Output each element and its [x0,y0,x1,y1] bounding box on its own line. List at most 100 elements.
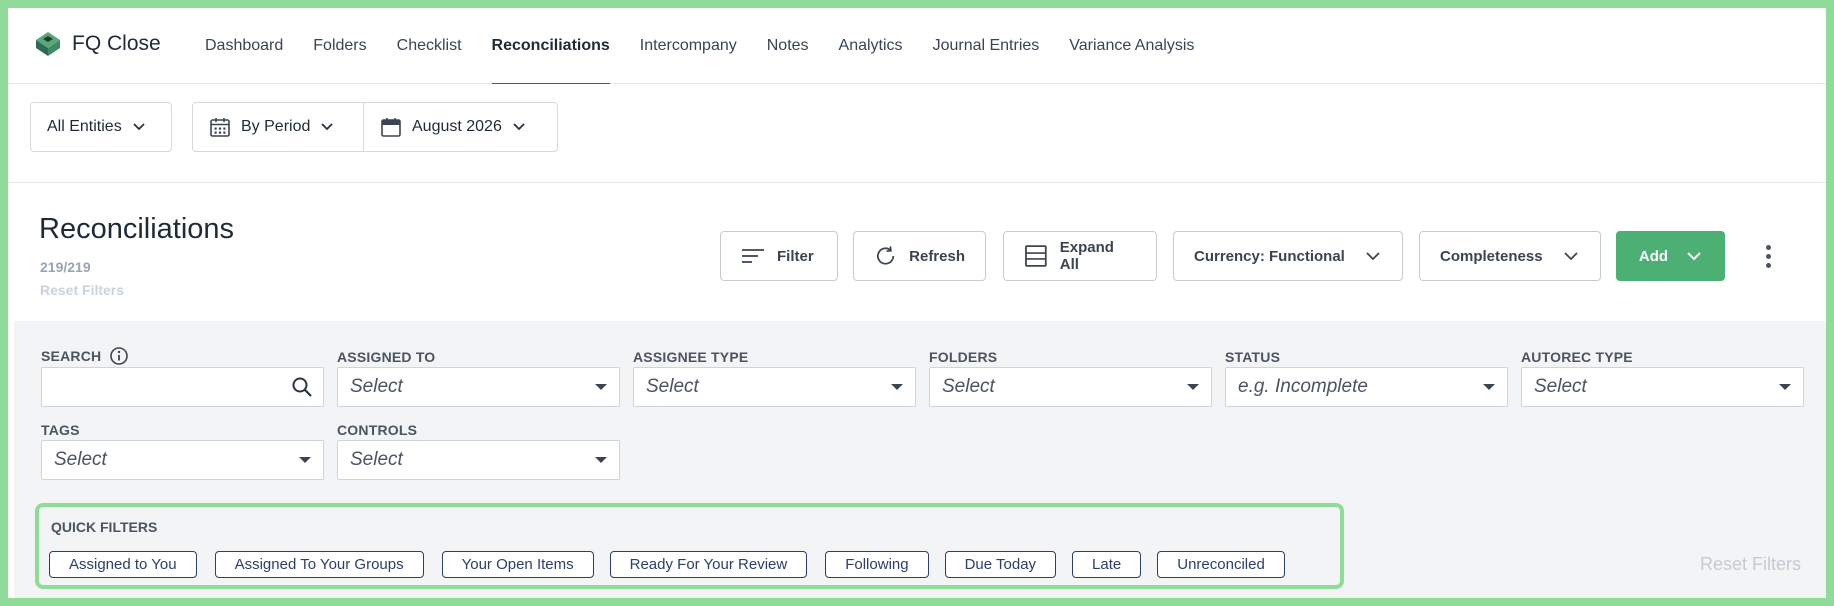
expand-all-button[interactable]: Expand All [1003,231,1157,281]
app-frame: FQ Close Dashboard Folders Checklist Rec… [8,8,1826,598]
info-icon[interactable] [109,346,129,366]
autorec-type-select[interactable]: Select [1521,367,1804,407]
search-input[interactable] [41,367,324,407]
assignee-type-select[interactable]: Select [633,367,916,407]
period-label: August 2026 [412,118,502,135]
completeness-dropdown[interactable]: Completeness [1419,231,1601,281]
refresh-icon [877,246,895,265]
context-selector-bar: All Entities By Period August 2026 [8,84,1826,183]
chevron-down-icon [133,123,145,131]
nav-tabs: Dashboard Folders Checklist Reconciliati… [190,8,1209,85]
folders-placeholder: Select [942,376,995,397]
page-header: Reconciliations 219/219 Reset Filters Fi… [8,183,1826,321]
caret-down-icon [299,457,311,463]
nav-item-analytics[interactable]: Analytics [824,8,918,84]
entities-label: All Entities [47,118,122,135]
quick-filter-due-today[interactable]: Due Today [944,551,1057,578]
nav-item-reconciliations[interactable]: Reconciliations [477,8,625,85]
quick-filter-late[interactable]: Late [1072,551,1142,578]
folders-label: FOLDERS [929,349,998,365]
filter-lines-icon [742,249,764,263]
nav-item-folders[interactable]: Folders [298,8,381,84]
more-options-icon[interactable] [1760,241,1776,271]
tags-label: TAGS [41,422,80,438]
quick-filter-chips: Assigned to You Assigned To Your Groups … [49,551,1285,578]
calendar-icon [210,118,230,137]
chevron-down-icon [513,123,525,131]
caret-down-icon [595,384,607,390]
tags-placeholder: Select [54,449,107,470]
calendar-icon [381,118,401,137]
refresh-button-label: Refresh [909,247,965,265]
caret-down-icon [1779,384,1791,390]
quick-filter-your-open-items[interactable]: Your Open Items [441,551,594,578]
nav-item-intercompany[interactable]: Intercompany [625,8,752,84]
assignee-type-label: ASSIGNEE TYPE [633,349,749,365]
tags-select[interactable]: Select [41,440,324,480]
autorec-type-label: AUTOREC TYPE [1521,349,1633,365]
quick-filter-following[interactable]: Following [825,551,929,578]
brand[interactable]: FQ Close [34,30,161,58]
period-mode-dropdown[interactable]: By Period [193,103,363,151]
chevron-down-icon [1366,252,1380,261]
expand-rows-icon [1025,245,1047,267]
assignee-type-placeholder: Select [646,376,699,397]
nav-item-variance-analysis[interactable]: Variance Analysis [1054,8,1209,84]
kebab-dot [1765,262,1771,268]
assigned-to-select[interactable]: Select [337,367,620,407]
chevron-down-icon [1687,252,1701,261]
add-button[interactable]: Add [1616,231,1725,281]
filter-button-label: Filter [777,247,814,265]
chevron-down-icon [321,123,334,131]
quick-filters-section: QUICK FILTERS Assigned to You Assigned T… [35,503,1344,589]
status-label: STATUS [1225,349,1281,365]
controls-label: CONTROLS [337,422,418,438]
currency-label: Currency: Functional [1194,247,1345,265]
currency-dropdown[interactable]: Currency: Functional [1173,231,1403,281]
caret-down-icon [1187,384,1199,390]
folders-select[interactable]: Select [929,367,1212,407]
app-name: FQ Close [72,32,161,55]
top-nav: FQ Close Dashboard Folders Checklist Rec… [8,8,1826,85]
period-mode-label: By Period [241,118,311,135]
reset-filters-link[interactable]: Reset Filters [40,282,124,298]
nav-item-dashboard[interactable]: Dashboard [190,8,298,84]
autorec-type-placeholder: Select [1534,376,1587,397]
nav-item-notes[interactable]: Notes [752,8,824,84]
fq-logo-icon [36,32,60,56]
record-count: 219/219 [40,259,91,275]
quick-filter-assigned-to-you[interactable]: Assigned to You [49,551,197,578]
assigned-to-label: ASSIGNED TO [337,349,436,365]
quick-filter-assigned-to-your-groups[interactable]: Assigned To Your Groups [214,551,424,578]
search-icon[interactable] [291,376,313,398]
caret-down-icon [891,384,903,390]
controls-placeholder: Select [350,449,403,470]
add-button-label: Add [1638,247,1669,265]
filter-panel: SEARCH ASSIGNED TO Select ASSIGNEE TYPE … [14,321,1826,598]
quick-filter-ready-for-your-review[interactable]: Ready For Your Review [609,551,808,578]
nav-item-checklist[interactable]: Checklist [382,8,477,84]
assigned-to-placeholder: Select [350,376,403,397]
entities-select[interactable]: All Entities [31,103,162,151]
controls-select[interactable]: Select [337,440,620,480]
search-label: SEARCH [41,346,129,366]
period-dropdown[interactable]: August 2026 [364,103,542,151]
expand-all-button-label: Expand All [1059,239,1114,273]
reset-filters-button[interactable]: Reset Filters [1700,554,1801,575]
status-select[interactable]: e.g. Incomplete [1225,367,1508,407]
quick-filter-unreconciled[interactable]: Unreconciled [1157,551,1285,578]
search-label-text: SEARCH [41,348,102,364]
caret-down-icon [595,457,607,463]
completeness-label: Completeness [1440,247,1543,265]
status-placeholder: e.g. Incomplete [1238,376,1368,397]
page-title: Reconciliations [39,213,235,245]
kebab-dot [1765,244,1771,250]
chevron-down-icon [1563,252,1578,261]
nav-item-journal-entries[interactable]: Journal Entries [918,8,1055,84]
caret-down-icon [1483,384,1495,390]
kebab-dot [1765,253,1771,259]
entities-dropdown[interactable]: All Entities [30,102,172,152]
quick-filters-label: QUICK FILTERS [51,519,158,535]
refresh-button[interactable]: Refresh [853,231,986,281]
filter-button[interactable]: Filter [720,231,838,281]
